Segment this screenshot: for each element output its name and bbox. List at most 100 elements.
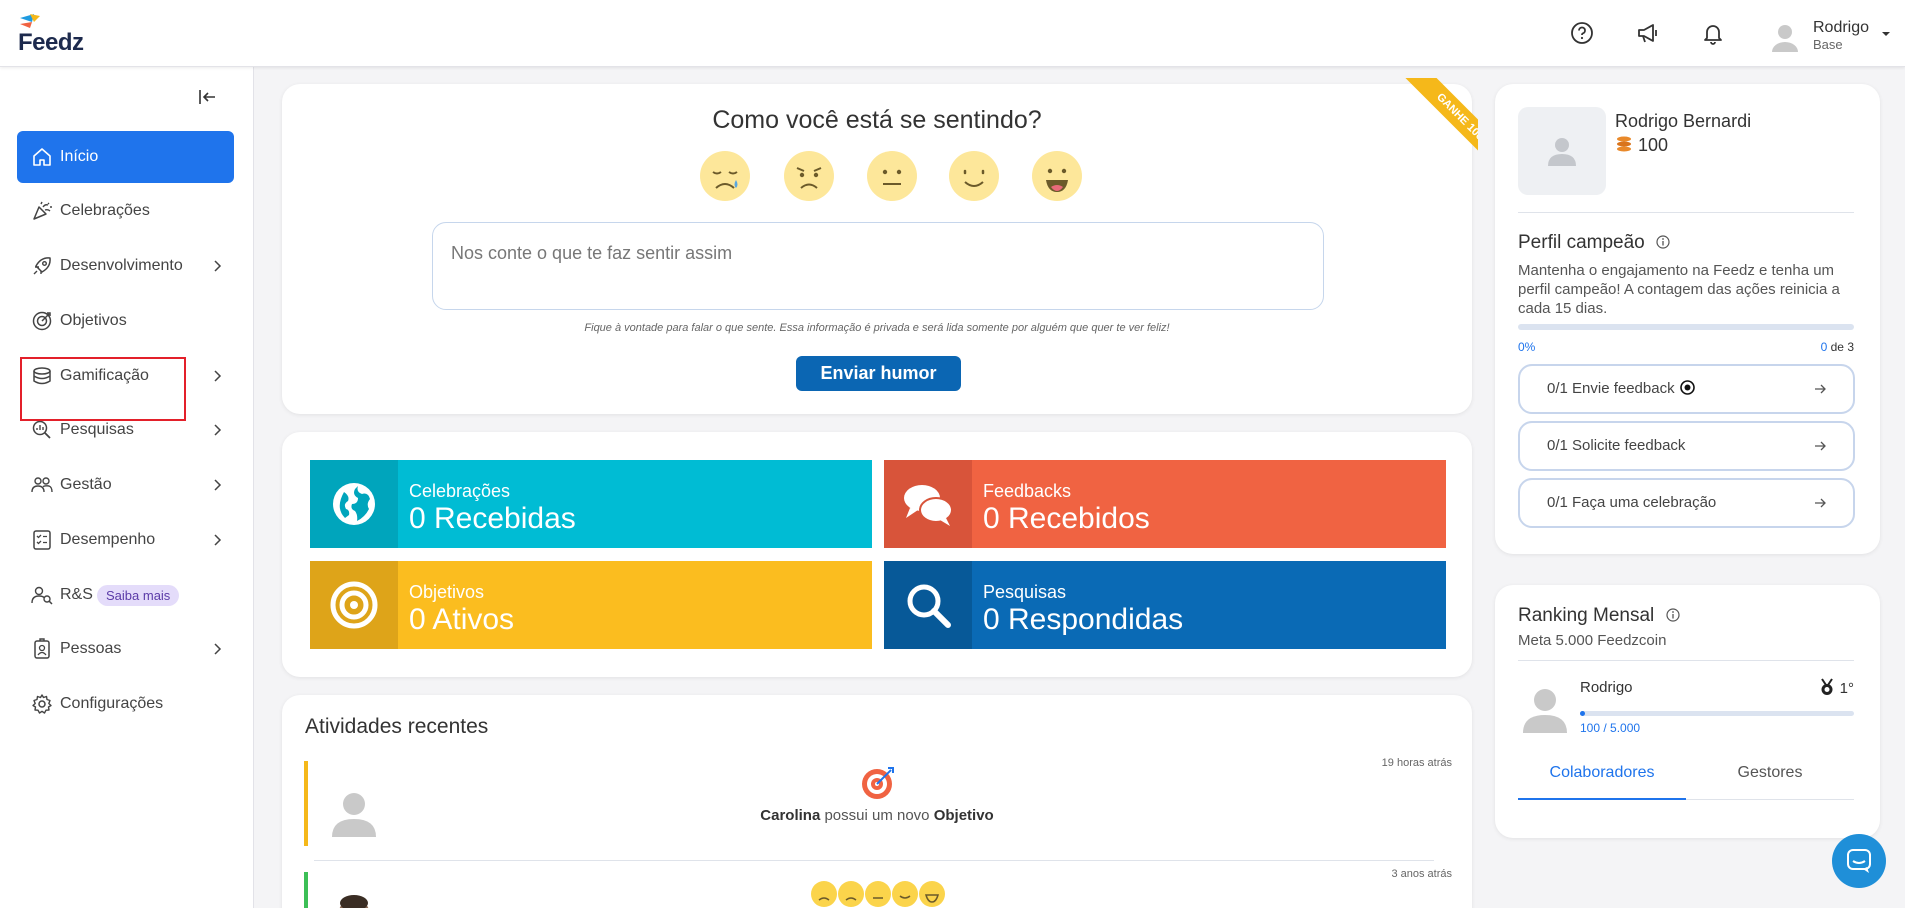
activity-time: 19 horas atrás	[1381, 757, 1452, 769]
send-mood-button[interactable]: Enviar humor	[796, 356, 961, 391]
megaphone-icon[interactable]	[1635, 20, 1661, 46]
activities-card: Atividades recentes 19 horas atrás Carol…	[282, 695, 1472, 908]
tile-label: Pesquisas	[983, 582, 1067, 602]
tab-colaboradores[interactable]: Colaboradores	[1518, 760, 1686, 800]
home-icon	[33, 148, 51, 166]
reward-ribbon: GANHE 100	[1378, 78, 1478, 178]
tile-feedbacks[interactable]: Feedbacks 0 Recebidos	[884, 460, 1446, 548]
sidebar-item-configuracoes[interactable]: Configurações	[17, 678, 234, 730]
sidebar-item-label: Gestão	[60, 476, 112, 493]
sidebar-item-gestao[interactable]: Gestão	[17, 459, 234, 511]
badge-icon	[34, 638, 50, 659]
mood-title: Como você está se sentindo?	[712, 106, 1042, 134]
ranking-title-text: Ranking Mensal	[1518, 605, 1655, 626]
task-label: 0/1 Envie feedback	[1547, 380, 1695, 397]
very-sad-emoji-icon[interactable]	[699, 150, 751, 202]
avatar[interactable]	[1770, 22, 1800, 52]
activity-person[interactable]: Carolina	[760, 807, 820, 824]
sidebar: Início Celebrações Desenvolvimento Objet…	[0, 67, 254, 908]
avatar	[1548, 138, 1576, 166]
profile-coins: 100	[1615, 135, 1668, 156]
tile-objetivos[interactable]: Objetivos 0 Ativos	[310, 561, 872, 649]
activity-connector: possui um novo	[820, 807, 934, 824]
stats-card: Celebrações 0 Recebidas Feedbacks 0 Rece…	[282, 432, 1472, 677]
chevron-right-icon	[214, 370, 222, 382]
chevron-right-icon	[214, 260, 222, 272]
logo-text[interactable]: Feedz	[18, 29, 84, 57]
user-name[interactable]: Rodrigo	[1813, 19, 1869, 37]
sidebar-item-label: Pesquisas	[60, 421, 134, 438]
ranking-tabs: Colaboradores Gestores	[1518, 760, 1854, 800]
collapse-sidebar-icon[interactable]	[196, 87, 218, 107]
tile-value: 0 Ativos	[409, 603, 515, 636]
info-icon[interactable]	[1665, 608, 1680, 622]
sidebar-item-label: Início	[60, 148, 99, 165]
chat-support-button[interactable]	[1832, 834, 1886, 888]
sidebar-item-desenvolvimento[interactable]: Desenvolvimento	[17, 240, 234, 292]
sidebar-item-label: Desenvolvimento	[60, 257, 183, 274]
recruit-icon	[31, 586, 53, 605]
task-envie-feedback[interactable]: 0/1 Envie feedback	[1518, 364, 1855, 414]
ranking-progress-bar	[1580, 711, 1854, 716]
mood-emojis-icon	[811, 881, 945, 907]
gear-icon	[32, 694, 52, 714]
activities-title: Atividades recentes	[305, 715, 489, 738]
mood-card: Como você está se sentindo? Nos conte o …	[282, 78, 1478, 414]
highlight-box	[20, 357, 186, 421]
ranking-progress-fill	[1580, 711, 1586, 716]
task-label: 0/1 Faça uma celebração	[1547, 494, 1717, 511]
help-icon[interactable]	[1569, 20, 1595, 46]
sidebar-item-inicio[interactable]: Início	[17, 131, 234, 183]
very-happy-emoji-icon[interactable]	[1031, 150, 1083, 202]
sidebar-item-celebracoes[interactable]: Celebrações	[17, 185, 234, 237]
progress-percent: 0%	[1518, 340, 1536, 354]
chevron-down-icon[interactable]	[1880, 29, 1892, 39]
tile-icon-box	[310, 561, 398, 649]
sad-emoji-icon[interactable]	[783, 150, 835, 202]
activity-divider	[314, 860, 1434, 861]
ranking-card: Ranking Mensal Meta 5.000 Feedzcoin Rodr…	[1495, 585, 1880, 838]
search-icon	[907, 584, 951, 628]
sidebar-item-objetivos[interactable]: Objetivos	[17, 295, 234, 347]
avatar[interactable]	[1523, 687, 1567, 733]
target-arrow-icon	[862, 767, 894, 799]
tile-pesquisas[interactable]: Pesquisas 0 Respondidas	[884, 561, 1446, 649]
progress-count: 0 de 3	[1821, 340, 1854, 354]
arrow-right-icon	[1815, 498, 1826, 508]
tile-icon-box	[310, 460, 398, 548]
sidebar-item-label: Celebrações	[60, 202, 150, 219]
tile-label: Feedbacks	[983, 481, 1072, 501]
sidebar-item-desempenho[interactable]: Desempenho	[17, 514, 234, 566]
sidebar-item-label: Configurações	[60, 695, 164, 712]
mood-privacy-note: Fique à vontade para falar o que sente. …	[584, 322, 1170, 334]
party-icon	[33, 201, 52, 220]
ranking-name[interactable]: Rodrigo	[1580, 679, 1633, 696]
activity-object[interactable]: Objetivo	[934, 807, 994, 824]
mood-text-input[interactable]: Nos conte o que te faz sentir assim	[432, 222, 1324, 310]
happy-emoji-icon[interactable]	[948, 150, 1000, 202]
chevron-right-icon	[214, 534, 222, 546]
activity-color-bar	[304, 761, 308, 846]
champion-description: Mantenha o engajamento na Feedz e tenha …	[1518, 262, 1840, 317]
saiba-mais-badge[interactable]: Saiba mais	[97, 584, 180, 606]
sidebar-item-pessoas[interactable]: Pessoas	[17, 623, 234, 675]
profile-name[interactable]: Rodrigo Bernardi	[1615, 111, 1751, 132]
tab-gestores[interactable]: Gestores	[1686, 760, 1854, 800]
profile-avatar[interactable]	[1518, 107, 1606, 195]
neutral-emoji-icon[interactable]	[866, 150, 918, 202]
info-icon[interactable]	[1656, 235, 1670, 249]
tile-value: 0 Recebidos	[983, 502, 1150, 535]
survey-icon	[32, 420, 51, 439]
chevron-right-icon	[214, 424, 222, 436]
tile-label: Celebrações	[409, 481, 511, 501]
task-faca-celebracao[interactable]: 0/1 Faça uma celebração	[1518, 478, 1855, 528]
tile-icon-box	[884, 561, 972, 649]
tile-celebracoes[interactable]: Celebrações 0 Recebidas	[310, 460, 872, 548]
champion-title: Perfil campeão	[1518, 232, 1670, 254]
sidebar-item-rs[interactable]: R&S Saiba mais	[17, 569, 234, 621]
bell-icon[interactable]	[1700, 20, 1726, 46]
chat-bubbles-icon	[904, 485, 953, 526]
task-solicite-feedback[interactable]: 0/1 Solicite feedback	[1518, 421, 1855, 471]
rocket-icon	[33, 257, 51, 275]
divider	[1518, 660, 1854, 661]
